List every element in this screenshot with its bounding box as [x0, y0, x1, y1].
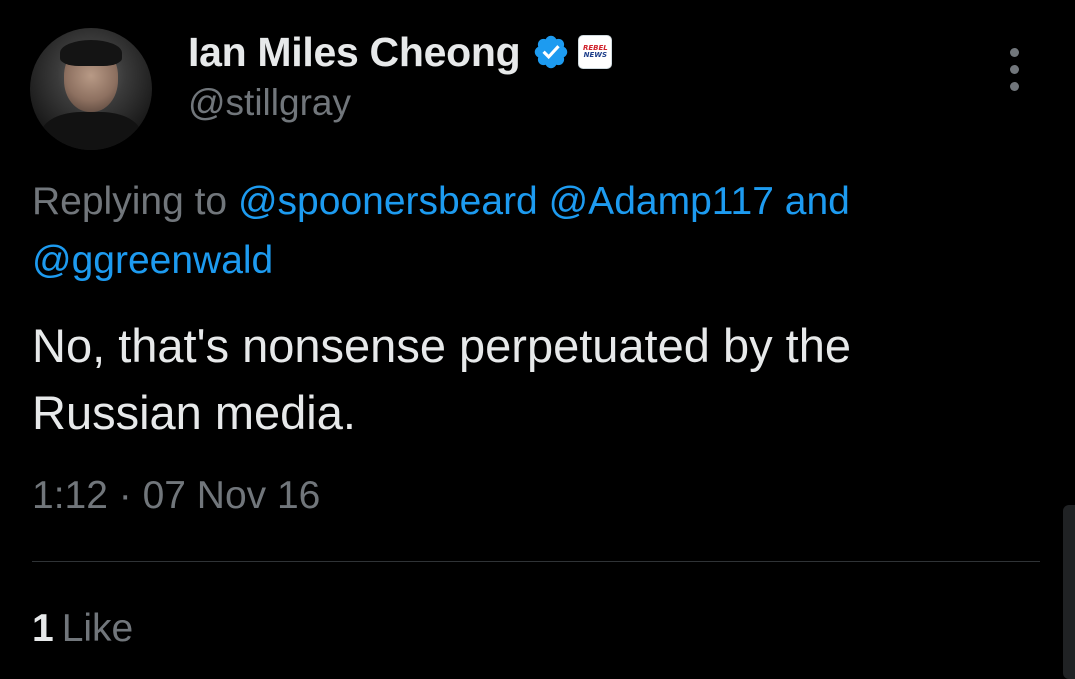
replying-to-label: Replying to	[32, 180, 228, 223]
scrollbar[interactable]	[1063, 505, 1075, 679]
avatar[interactable]	[30, 28, 152, 150]
affiliate-badge-line2: NEWS	[583, 51, 608, 59]
tweet-text: No, that's nonsense perpetuated by the R…	[32, 312, 1042, 446]
avatar-body	[40, 112, 142, 150]
tweet-timestamp[interactable]: 1:12 · 07 Nov 16	[32, 474, 320, 518]
divider	[32, 561, 1040, 562]
tweet-detail: Ian Miles Cheong REBEL NEWS @stillgray R…	[0, 0, 1075, 679]
tweet-text-line: No, that's nonsense perpetuated by the	[32, 319, 851, 372]
likes-stat[interactable]: 1 Like	[32, 607, 133, 651]
mention-link[interactable]: @Adamp117	[549, 180, 774, 223]
affiliate-badge[interactable]: REBEL NEWS	[578, 35, 613, 69]
replying-to: Replying to @spoonersbeard @Adamp117 and…	[32, 172, 1042, 290]
author-display-name[interactable]: Ian Miles Cheong	[188, 29, 521, 76]
author-handle[interactable]: @stillgray	[188, 82, 351, 124]
likes-count: 1	[32, 607, 54, 650]
likes-label: Like	[61, 607, 134, 650]
author-name-row: Ian Miles Cheong REBEL NEWS	[188, 26, 613, 78]
avatar-hair	[60, 40, 122, 66]
mention-link[interactable]: @spoonersbeard	[238, 180, 538, 223]
tweet-text-line: Russian media.	[32, 386, 356, 439]
verified-badge-icon[interactable]	[532, 33, 570, 71]
mention-conjunction[interactable]: and	[785, 180, 850, 223]
mention-link[interactable]: @ggreenwald	[32, 239, 273, 282]
more-options-icon[interactable]	[1000, 48, 1030, 92]
